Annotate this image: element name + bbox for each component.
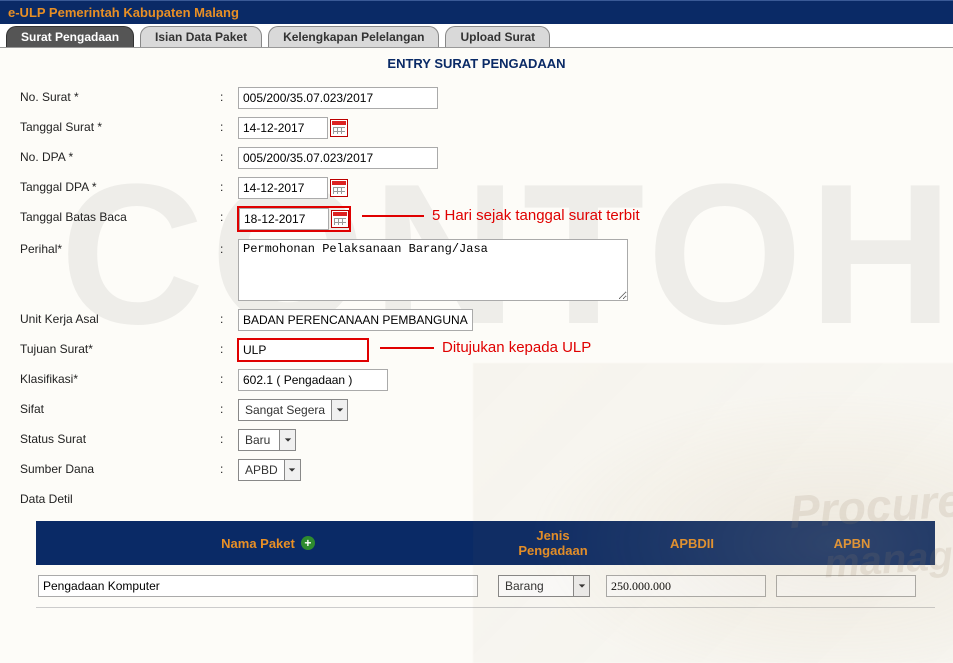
page-subtitle: ENTRY SURAT PENGADAAN [0, 48, 953, 77]
tab-bar: Surat Pengadaan Isian Data Paket Kelengk… [0, 24, 953, 48]
label-status: Status Surat [20, 429, 220, 446]
tab-kelengkapan-pelelangan[interactable]: Kelengkapan Pelelangan [268, 26, 439, 47]
label-data-detil: Data Detil [20, 489, 220, 506]
input-tgl-surat[interactable] [238, 117, 328, 139]
col-jenis-pengadaan: Jenis Pengadaan [499, 524, 607, 562]
label-tujuan: Tujuan Surat* [20, 339, 220, 356]
col-nama-paket: Nama Paket [221, 536, 295, 551]
input-tgl-dpa[interactable] [238, 177, 328, 199]
detail-table-row: Barang [36, 571, 935, 608]
label-perihal: Perihal* [20, 239, 220, 256]
detail-table-header: Nama Paket + Jenis Pengadaan APBDII APBN [36, 521, 935, 565]
select-sifat[interactable]: Sangat Segera [238, 399, 348, 421]
input-apbdii[interactable] [606, 575, 766, 597]
label-sumber-dana: Sumber Dana [20, 459, 220, 476]
textarea-perihal[interactable]: Permohonan Pelaksanaan Barang/Jasa [238, 239, 628, 301]
app-title-bar: e-ULP Pemerintah Kabupaten Malang [0, 0, 953, 24]
col-apbdii: APBDII [607, 532, 777, 555]
select-status[interactable]: Baru [238, 429, 296, 451]
col-apbn: APBN [777, 532, 927, 555]
label-unit-kerja: Unit Kerja Asal [20, 309, 220, 326]
annotation-batas-baca: 5 Hari sejak tanggal surat terbit [362, 207, 640, 224]
tab-upload-surat[interactable]: Upload Surat [445, 26, 550, 47]
input-klasifikasi[interactable] [238, 369, 388, 391]
tab-surat-pengadaan[interactable]: Surat Pengadaan [6, 26, 134, 47]
select-sumber-dana[interactable]: APBD [238, 459, 301, 481]
annotation-tujuan: Ditujukan kepada ULP [380, 339, 591, 356]
input-apbn[interactable] [776, 575, 916, 597]
calendar-icon[interactable] [330, 119, 348, 137]
label-no-surat: No. Surat * [20, 87, 220, 104]
input-nama-paket[interactable] [38, 575, 478, 597]
chevron-down-icon[interactable] [331, 400, 347, 420]
label-no-dpa: No. DPA * [20, 147, 220, 164]
chevron-down-icon[interactable] [573, 576, 589, 596]
input-unit-kerja[interactable] [238, 309, 473, 331]
input-no-surat[interactable] [238, 87, 438, 109]
input-no-dpa[interactable] [238, 147, 438, 169]
chevron-down-icon[interactable] [279, 430, 295, 450]
chevron-down-icon[interactable] [284, 460, 300, 480]
label-sifat: Sifat [20, 399, 220, 416]
label-tgl-surat: Tanggal Surat * [20, 117, 220, 134]
calendar-icon[interactable] [330, 179, 348, 197]
input-tujuan-surat[interactable] [238, 339, 368, 361]
calendar-icon[interactable] [331, 210, 349, 228]
app-title: e-ULP Pemerintah Kabupaten Malang [8, 5, 239, 20]
label-tgl-dpa: Tanggal DPA * [20, 177, 220, 194]
entry-form: No. Surat * : Tanggal Surat * : No. DPA … [0, 77, 953, 513]
label-tgl-batas-baca: Tanggal Batas Baca [20, 207, 220, 224]
input-tgl-batas-baca[interactable] [239, 208, 329, 230]
select-jenis-pengadaan[interactable]: Barang [498, 575, 590, 597]
label-klasifikasi: Klasifikasi* [20, 369, 220, 386]
tab-isian-data-paket[interactable]: Isian Data Paket [140, 26, 262, 47]
add-row-button[interactable]: + [301, 536, 315, 550]
